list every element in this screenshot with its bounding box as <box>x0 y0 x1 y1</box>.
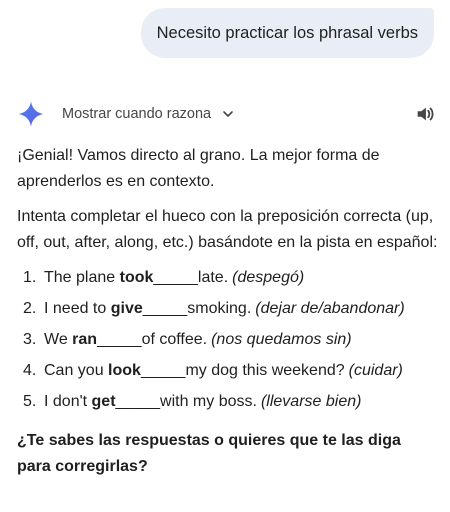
exercise-item: 4. Can you look _____ my dog this weeken… <box>17 355 438 386</box>
spanish-hint: (despegó) <box>232 269 305 286</box>
response-instructions: Intenta completar el hueco con la prepos… <box>17 208 438 251</box>
phrasal-verb: look <box>108 362 141 379</box>
phrasal-verb: ran <box>72 331 98 348</box>
model-response-content: ¡Genial! Vamos directo al grano. La mejo… <box>17 143 438 480</box>
fill-blank: _____ <box>142 300 188 317</box>
fill-blank: _____ <box>153 269 198 286</box>
spanish-hint: (cuidar) <box>348 362 403 379</box>
phrasal-verb: took <box>119 269 154 286</box>
exercise-item: 2. I need to give _____ smoking. (dejar d… <box>17 293 438 324</box>
phrasal-verb: give <box>110 300 143 317</box>
spanish-hint: (nos quedamos sin) <box>211 331 352 348</box>
response-intro: ¡Genial! Vamos directo al grano. La mejo… <box>17 147 380 190</box>
chat-page: Necesito practicar los phrasal verbs Mos… <box>0 0 450 512</box>
exercise-list: 1. The plane took _____ late. (despegó) 2… <box>17 262 438 417</box>
fill-blank: _____ <box>115 393 161 410</box>
exercise-item: 1. The plane took _____ late. (despegó) <box>17 262 438 293</box>
fill-blank: _____ <box>140 362 186 379</box>
model-response-header: Mostrar cuando razona <box>16 100 436 128</box>
gemini-sparkle-icon <box>18 101 44 127</box>
user-message-bubble: Necesito practicar los phrasal verbs <box>140 8 434 58</box>
fill-blank: _____ <box>97 331 142 348</box>
exercise-item: 5. I don't get _____ with my boss. (lleva… <box>17 386 438 417</box>
show-thinking-label: Mostrar cuando razona <box>62 106 212 122</box>
spanish-hint: (llevarse bien) <box>260 393 362 410</box>
phrasal-verb: get <box>91 393 116 410</box>
response-closing-question: ¿Te sabes las respuestas o quieres que t… <box>17 432 401 475</box>
user-message-text: Necesito practicar los phrasal verbs <box>156 23 418 42</box>
chevron-down-icon <box>223 111 233 117</box>
exercise-item: 3. We ran _____ of coffee. (nos quedamos … <box>17 324 438 355</box>
spanish-hint: (dejar de/abandonar) <box>255 300 405 317</box>
speaker-icon[interactable] <box>414 103 436 125</box>
show-thinking-toggle[interactable]: Mostrar cuando razona <box>62 106 235 122</box>
